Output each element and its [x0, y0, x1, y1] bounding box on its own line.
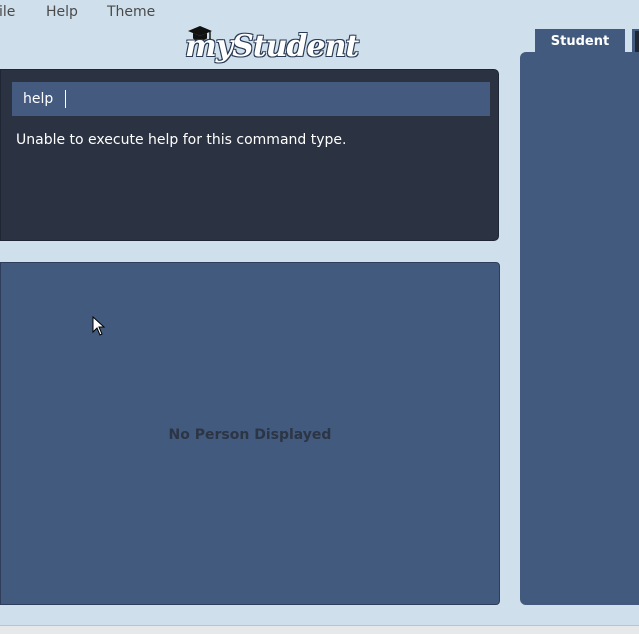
command-input-value: help — [23, 91, 54, 107]
result-message: Unable to execute help for this command … — [16, 132, 347, 148]
text-caret — [65, 90, 67, 108]
command-panel: help Unable to execute help for this com… — [0, 69, 499, 241]
command-input[interactable]: help — [12, 82, 490, 116]
tab-next-edge — [635, 31, 639, 52]
person-display-panel: No Person Displayed — [0, 262, 500, 605]
no-person-message: No Person Displayed — [168, 427, 332, 443]
app-logo: myStudent — [183, 25, 359, 67]
menu-theme[interactable]: Theme — [107, 4, 155, 20]
menu-file[interactable]: ile — [0, 4, 15, 20]
student-list-panel[interactable] — [520, 52, 639, 605]
tab-student[interactable]: Student — [535, 29, 625, 54]
menu-help[interactable]: Help — [46, 4, 78, 20]
menu-bar: ile Help Theme — [0, 0, 639, 26]
logo-text: myStudent — [185, 29, 359, 64]
